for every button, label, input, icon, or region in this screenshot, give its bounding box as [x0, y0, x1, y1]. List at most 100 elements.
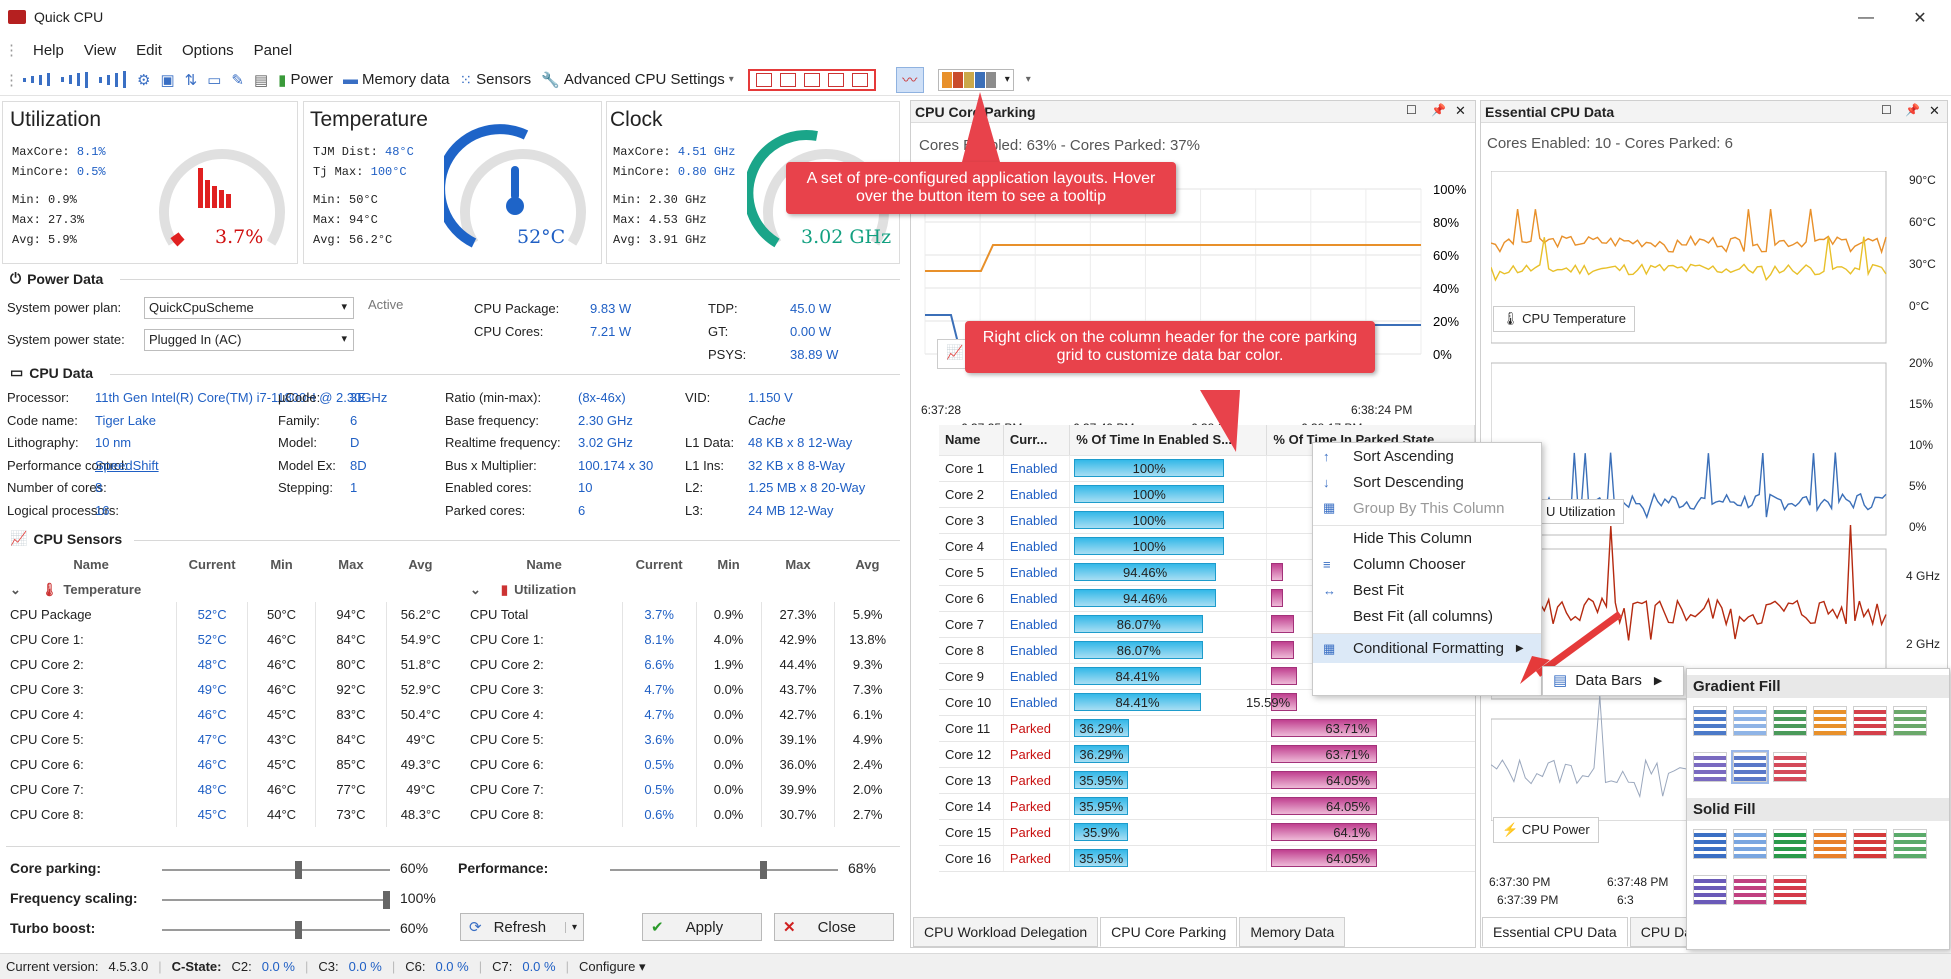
gradient-swatch[interactable]: [1853, 706, 1887, 736]
refresh-button[interactable]: ⟳ Refresh ▾: [460, 913, 584, 941]
close-window-icon[interactable]: ✕: [1900, 4, 1940, 32]
solid-swatch[interactable]: [1773, 829, 1807, 859]
layout-4-icon[interactable]: [827, 72, 844, 87]
toolbar-overflow-icon[interactable]: ▾: [1026, 74, 1031, 85]
maximize-panel-icon[interactable]: ☐: [1406, 103, 1417, 117]
solid-swatch[interactable]: [1693, 875, 1727, 905]
sensor-row[interactable]: CPU Core 8: 0.6% 0.0% 30.7% 2.7%: [466, 802, 900, 827]
column-header[interactable]: Max: [761, 552, 835, 577]
column-header[interactable]: Current: [622, 552, 696, 577]
menu-view[interactable]: View: [74, 42, 126, 59]
data-bars-item[interactable]: ▤ Data Bars ▶: [1543, 667, 1683, 693]
chart-bars-icon[interactable]: [61, 71, 89, 88]
column-header[interactable]: Avg: [835, 552, 900, 577]
sensor-row[interactable]: CPU Core 3: 49°C 46°C 92°C 52.9°C: [6, 677, 454, 702]
sensor-row[interactable]: CPU Core 5: 47°C 43°C 84°C 49°C: [6, 727, 454, 752]
slider-thumb[interactable]: [294, 861, 302, 879]
settings-icon[interactable]: ⚙: [137, 71, 150, 89]
grid-row[interactable]: Core 13 Parked 35.95% 64.05%: [939, 767, 1475, 794]
collapse-icon[interactable]: ⌄: [470, 582, 481, 597]
tab-cpu-core-parking[interactable]: CPU Core Parking: [1100, 917, 1238, 947]
layout-2-icon[interactable]: [779, 72, 796, 87]
column-header[interactable]: Min: [696, 552, 761, 577]
tab-cpu-workload-delegation[interactable]: CPU Workload Delegation: [913, 917, 1099, 947]
close-panel-icon[interactable]: ✕: [1929, 103, 1940, 119]
performance-slider[interactable]: [610, 861, 838, 879]
sensor-row[interactable]: CPU Core 6: 0.5% 0.0% 36.0% 2.4%: [466, 752, 900, 777]
menu-item-best-fit[interactable]: ↔ Best Fit: [1313, 577, 1541, 603]
column-header[interactable]: Name: [6, 552, 176, 577]
slider-thumb[interactable]: [760, 861, 768, 879]
solid-swatch[interactable]: [1893, 829, 1927, 859]
sensor-row[interactable]: CPU Core 1: 8.1% 4.0% 42.9% 13.8%: [466, 627, 900, 652]
grid-row[interactable]: Core 14 Parked 35.95% 64.05%: [939, 793, 1475, 820]
slider-thumb[interactable]: [294, 921, 302, 939]
solid-swatch[interactable]: [1813, 829, 1847, 859]
apply-button[interactable]: ✔ Apply: [642, 913, 762, 941]
minimize-icon[interactable]: —: [1846, 4, 1886, 32]
chart-bars-icon[interactable]: [23, 73, 51, 86]
menu-item-best-fit-all-columns[interactable]: Best Fit (all columns): [1313, 603, 1541, 629]
collapse-icon[interactable]: ⌄: [10, 582, 21, 597]
layout-5-icon[interactable]: [851, 72, 868, 87]
sensor-row[interactable]: CPU Core 7: 0.5% 0.0% 39.9% 2.0%: [466, 777, 900, 802]
configure-menu[interactable]: Configure ▾: [579, 959, 646, 975]
image-icon[interactable]: ▣: [160, 71, 174, 89]
tab-essential-cpu-data[interactable]: Essential CPU Data: [1482, 917, 1628, 947]
advanced-cpu-settings-button[interactable]: 🔧 Advanced CPU Settings ▾: [541, 71, 734, 89]
power-plan-select[interactable]: QuickCpuScheme: [144, 297, 354, 319]
column-header[interactable]: Max: [315, 552, 387, 577]
power-button[interactable]: ▮ Power: [278, 71, 333, 89]
color-theme-selector[interactable]: ▾: [937, 68, 1014, 91]
pin-icon[interactable]: 📌: [1431, 103, 1446, 117]
menu-item-sort-ascending[interactable]: ↑ Sort Ascending: [1313, 443, 1541, 469]
sensor-row[interactable]: CPU Package 52°C 50°C 94°C 56.2°C: [6, 602, 454, 627]
tab-memory-data[interactable]: Memory Data: [1239, 917, 1346, 947]
menu-panel[interactable]: Panel: [244, 42, 302, 59]
menu-item-column-chooser[interactable]: ≡ Column Chooser: [1313, 551, 1541, 577]
sensor-row[interactable]: CPU Core 2: 48°C 46°C 80°C 51.8°C: [6, 652, 454, 677]
trend-chart-icon[interactable]: 〰: [895, 66, 924, 93]
turbo-boost-slider[interactable]: [162, 921, 390, 939]
sensor-row[interactable]: CPU Core 7: 48°C 46°C 77°C 49°C: [6, 777, 454, 802]
sensor-row[interactable]: CPU Core 8: 45°C 44°C 73°C 48.3°C: [6, 802, 454, 827]
close-button[interactable]: ✕ Close: [774, 913, 894, 941]
menu-item-group-by-column[interactable]: ▦ Group By This Column: [1313, 495, 1541, 521]
layout-3-icon[interactable]: [803, 72, 820, 87]
grid-row[interactable]: Core 12 Parked 36.29% 63.71%: [939, 741, 1475, 768]
gradient-swatch[interactable]: [1693, 752, 1727, 782]
gradient-swatch[interactable]: [1773, 752, 1807, 782]
frequency-scaling-slider[interactable]: [162, 891, 390, 909]
grid-row[interactable]: Core 11 Parked 36.29% 63.71%: [939, 715, 1475, 742]
grid-row[interactable]: Core 16 Parked 35.95% 64.05%: [939, 845, 1475, 872]
solid-swatch[interactable]: [1733, 875, 1767, 905]
grid-row[interactable]: Core 15 Parked 35.9% 64.1%: [939, 819, 1475, 846]
menu-edit[interactable]: Edit: [126, 42, 172, 59]
refresh-dropdown-icon[interactable]: ▾: [564, 921, 583, 933]
menu-item-sort-descending[interactable]: ↓ Sort Descending: [1313, 469, 1541, 495]
document-icon[interactable]: ▤: [254, 71, 268, 89]
solid-swatch[interactable]: [1773, 875, 1807, 905]
sensor-group-row[interactable]: ⌄ ▮ Utilization: [466, 577, 900, 602]
chart-bars-icon[interactable]: [99, 71, 127, 88]
column-header[interactable]: Current: [176, 552, 248, 577]
sensor-row[interactable]: CPU Total 3.7% 0.9% 27.3% 5.9%: [466, 602, 900, 627]
solid-swatch[interactable]: [1853, 829, 1887, 859]
sensors-button[interactable]: ⁙ Sensors: [460, 71, 532, 89]
menu-options[interactable]: Options: [172, 42, 244, 59]
gradient-swatch[interactable]: [1893, 706, 1927, 736]
monitor-icon[interactable]: ▭: [207, 71, 221, 89]
sensor-group-row[interactable]: ⌄ 🌡 Temperature: [6, 577, 454, 602]
gradient-swatch[interactable]: [1731, 750, 1769, 784]
gradient-swatch[interactable]: [1733, 706, 1767, 736]
report-icon[interactable]: ✎: [231, 71, 244, 89]
sensor-row[interactable]: CPU Core 4: 46°C 45°C 83°C 50.4°C: [6, 702, 454, 727]
menu-item-conditional-formatting[interactable]: ▦ Conditional Formatting ▶: [1313, 633, 1541, 663]
menu-help[interactable]: Help: [23, 42, 74, 59]
memory-data-button[interactable]: ▬ Memory data: [343, 71, 450, 88]
column-header[interactable]: Name: [466, 552, 622, 577]
gradient-swatch[interactable]: [1813, 706, 1847, 736]
layout-1-icon[interactable]: [755, 72, 772, 87]
sensor-row[interactable]: CPU Core 2: 6.6% 1.9% 44.4% 9.3%: [466, 652, 900, 677]
gradient-swatch[interactable]: [1693, 706, 1727, 736]
